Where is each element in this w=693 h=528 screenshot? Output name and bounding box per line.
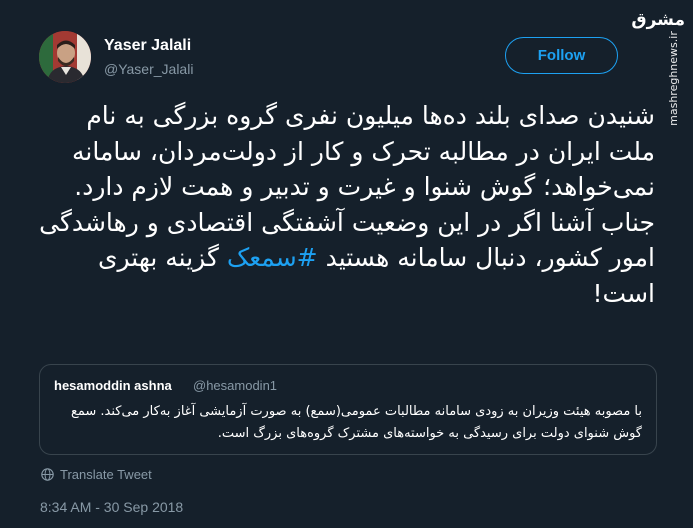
translate-label: Translate Tweet xyxy=(60,467,152,482)
watermark: مشرق mashreghnews.ir xyxy=(631,6,687,126)
author-handle[interactable]: @Yaser_Jalali xyxy=(104,61,193,77)
avatar[interactable] xyxy=(39,31,91,83)
watermark-url: mashreghnews.ir xyxy=(667,31,681,126)
quoted-author-name: hesamoddin ashna xyxy=(54,378,172,393)
hashtag-link[interactable]: #سمعک xyxy=(227,243,318,272)
globe-icon xyxy=(41,468,54,481)
tweet-text: شنیدن صدای بلند ده‌ها میلیون نفری گروه ب… xyxy=(38,98,655,311)
quoted-author-handle: @hesamodin1 xyxy=(193,378,278,393)
quoted-tweet-text: با مصوبه هیئت وزیران به زودی سامانه مطال… xyxy=(70,404,642,441)
tweet-timestamp[interactable]: 8:34 AM - 30 Sep 2018 xyxy=(40,499,183,515)
translate-tweet-link[interactable]: Translate Tweet xyxy=(41,467,152,482)
follow-button[interactable]: Follow xyxy=(505,37,618,74)
watermark-logo: مشرق xyxy=(631,10,685,30)
profile-photo-icon xyxy=(39,31,91,83)
author-name[interactable]: Yaser Jalali xyxy=(104,37,191,55)
quoted-tweet[interactable]: hesamoddin ashna @hesamodin1 با مصوبه هی… xyxy=(39,364,657,455)
